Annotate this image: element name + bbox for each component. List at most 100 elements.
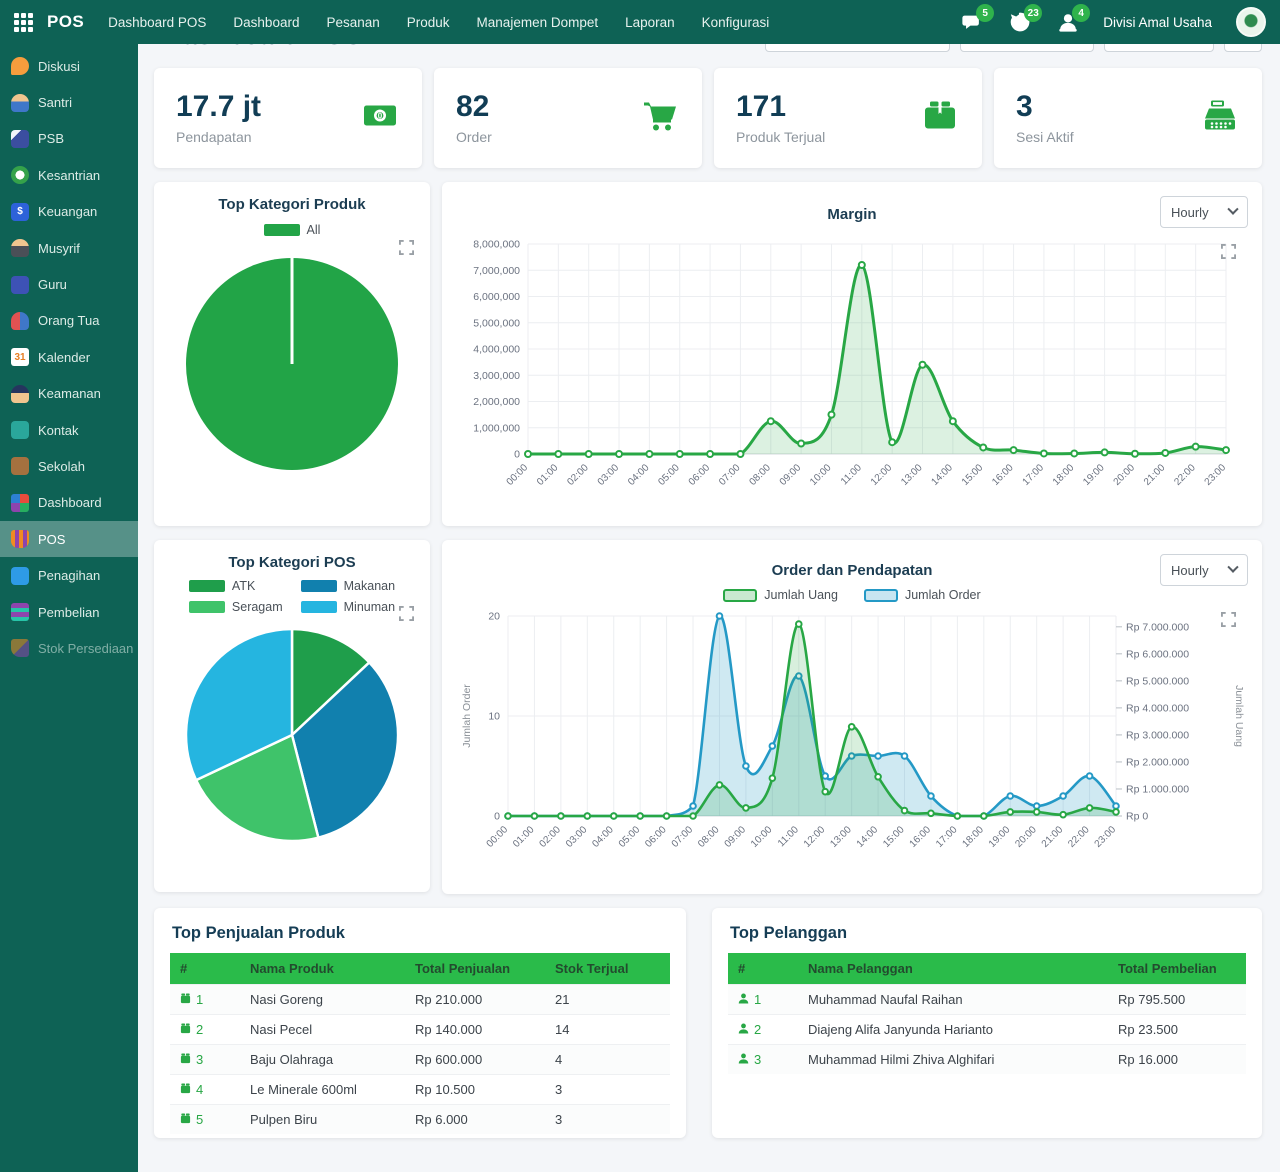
margin-interval-select[interactable]: Hourly xyxy=(1160,196,1248,228)
user-session-icon[interactable]: 4 xyxy=(1057,11,1079,33)
svg-text:14:00: 14:00 xyxy=(930,462,956,488)
user-name[interactable]: Divisi Amal Usaha xyxy=(1103,15,1212,30)
legend-item-seragam[interactable]: Seragam xyxy=(189,600,283,614)
expand-icon[interactable] xyxy=(399,606,414,626)
rank-cell: 4 xyxy=(170,1075,240,1105)
nav-item-manajemen-dompet[interactable]: Manajemen Dompet xyxy=(477,15,599,30)
chat-icon[interactable]: 5 xyxy=(961,11,983,33)
rank-cell: 3 xyxy=(728,1045,798,1075)
table-row: 2Diajeng Alifa Janyunda HariantoRp 23.50… xyxy=(728,1015,1246,1045)
history-icon[interactable]: 23 xyxy=(1009,11,1031,33)
nav-item-pesanan[interactable]: Pesanan xyxy=(326,15,379,30)
sidebar-item-santri[interactable]: Santri xyxy=(0,84,138,120)
avatar[interactable] xyxy=(1236,7,1266,37)
cash-register-icon xyxy=(1202,98,1238,139)
apps-grid-icon[interactable] xyxy=(14,13,33,32)
nav-item-laporan[interactable]: Laporan xyxy=(625,15,675,30)
svg-text:04:00: 04:00 xyxy=(626,462,652,488)
legend-item-all[interactable]: All xyxy=(264,223,321,237)
stat-card-pendapatan: 17.7 jtPendapatan0 xyxy=(154,68,422,168)
sidebar-item-psb[interactable]: PSB xyxy=(0,121,138,157)
dashboard-icon xyxy=(11,494,29,512)
cell: Pulpen Biru xyxy=(240,1105,405,1135)
legend-item-jumlah-uang[interactable]: Jumlah Uang xyxy=(723,588,838,602)
sidebar-item-dashboard[interactable]: Dashboard xyxy=(0,485,138,521)
expand-icon[interactable] xyxy=(1221,612,1236,632)
svg-text:07:00: 07:00 xyxy=(717,462,743,488)
pembelian-icon xyxy=(11,603,29,621)
legend-item-minuman[interactable]: Minuman xyxy=(301,600,395,614)
svg-text:01:00: 01:00 xyxy=(511,824,537,850)
stok-icon xyxy=(11,639,29,657)
expand-icon[interactable] xyxy=(399,240,414,260)
nav-item-konfigurasi[interactable]: Konfigurasi xyxy=(702,15,770,30)
svg-text:13:00: 13:00 xyxy=(899,462,925,488)
products-table: #Nama ProdukTotal PenjualanStok Terjual … xyxy=(170,953,670,1134)
chevron-down-icon xyxy=(1227,562,1238,573)
order-chart-legend: Jumlah Uang Jumlah Order xyxy=(456,588,1248,602)
card-top-kategori-pos: Top Kategori POS ATK Makanan Seragam Minuma… xyxy=(154,540,430,892)
cell: Nasi Goreng xyxy=(240,985,405,1015)
column-header-nama-pelanggan: Nama Pelanggan xyxy=(798,953,1108,985)
navbar-menu: Dashboard POS Dashboard Pesanan Produk Manaj… xyxy=(108,15,769,30)
legend-item-makanan[interactable]: Makanan xyxy=(301,579,395,593)
svg-text:00:00: 00:00 xyxy=(485,824,511,850)
svg-text:2,000,000: 2,000,000 xyxy=(473,396,520,408)
legend-item-atk[interactable]: ATK xyxy=(189,579,283,593)
svg-text:Rp 7.000.000: Rp 7.000.000 xyxy=(1126,621,1189,633)
sidebar-item-keuangan[interactable]: $Keuangan xyxy=(0,194,138,230)
musyrif-icon xyxy=(11,239,29,257)
card-top-penjualan-produk: Top Penjualan Produk #Nama ProdukTotal P… xyxy=(154,908,686,1138)
sidebar-item-stok-persediaan[interactable]: Stok Persediaan xyxy=(0,630,138,666)
svg-text:02:00: 02:00 xyxy=(538,824,564,850)
sidebar-item-orang-tua[interactable]: Orang Tua xyxy=(0,303,138,339)
pie-pos-title: Top Kategori POS xyxy=(168,554,416,571)
nav-item-produk[interactable]: Produk xyxy=(407,15,450,30)
svg-text:4,000,000: 4,000,000 xyxy=(473,344,520,356)
cell: Muhammad Naufal Raihan xyxy=(798,985,1108,1015)
svg-text:Rp 2.000.000: Rp 2.000.000 xyxy=(1126,756,1189,768)
svg-text:Rp 1.000.000: Rp 1.000.000 xyxy=(1126,783,1189,795)
sidebar-item-kontak[interactable]: Kontak xyxy=(0,412,138,448)
sidebar-item-kalender[interactable]: 31Kalender xyxy=(0,339,138,375)
expand-icon[interactable] xyxy=(1221,244,1236,264)
svg-text:18:00: 18:00 xyxy=(1051,462,1077,488)
sidebar-item-guru[interactable]: Guru xyxy=(0,266,138,302)
sidebar-item-pembelian[interactable]: Pembelian xyxy=(0,594,138,630)
sidebar-item-musyrif[interactable]: Musyrif xyxy=(0,230,138,266)
sidebar-item-kesantrian[interactable]: Kesantrian xyxy=(0,157,138,193)
svg-text:11:00: 11:00 xyxy=(776,824,801,849)
nav-item-dashboard-pos[interactable]: Dashboard POS xyxy=(108,15,206,30)
cell: 21 xyxy=(545,985,670,1015)
order-pendapatan-chart: 01020Rp 0Rp 1.000.000Rp 2.000.000Rp 3.00… xyxy=(456,606,1248,880)
sidebar-item-penagihan[interactable]: Penagihan xyxy=(0,557,138,593)
svg-text:06:00: 06:00 xyxy=(687,462,713,488)
nav-item-dashboard[interactable]: Dashboard xyxy=(233,15,299,30)
pie-pos-legend: ATK Makanan Seragam Minuman xyxy=(168,579,416,614)
order-interval-select[interactable]: Hourly xyxy=(1160,554,1248,586)
sidebar-item-keamanan[interactable]: Keamanan xyxy=(0,376,138,412)
sidebar-item-sekolah[interactable]: Sekolah xyxy=(0,448,138,484)
cell: Rp 600.000 xyxy=(405,1045,545,1075)
brand-pos[interactable]: POS xyxy=(47,12,84,32)
column-header-total-penjualan: Total Penjualan xyxy=(405,953,545,985)
svg-text:16:00: 16:00 xyxy=(908,824,934,850)
kontak-icon xyxy=(11,421,29,439)
cell: Rp 16.000 xyxy=(1108,1045,1246,1075)
cell: Rp 10.500 xyxy=(405,1075,545,1105)
svg-text:16:00: 16:00 xyxy=(990,462,1016,488)
svg-text:10:00: 10:00 xyxy=(749,824,775,850)
svg-text:8,000,000: 8,000,000 xyxy=(473,239,520,251)
legend-item-jumlah-order[interactable]: Jumlah Order xyxy=(864,588,981,602)
table-row: 1Nasi GorengRp 210.00021 xyxy=(170,985,670,1015)
svg-text:3,000,000: 3,000,000 xyxy=(473,370,520,382)
table-row: 5Pulpen BiruRp 6.0003 xyxy=(170,1105,670,1135)
rank-cell: 3 xyxy=(170,1045,240,1075)
sidebar-item-pos[interactable]: POS xyxy=(0,521,138,557)
sidebar-item-diskusi[interactable]: Diskusi xyxy=(0,48,138,84)
cell: Nasi Pecel xyxy=(240,1015,405,1045)
box-icon xyxy=(180,1082,191,1097)
svg-text:Rp 0: Rp 0 xyxy=(1126,811,1148,823)
customers-table-title: Top Pelanggan xyxy=(730,924,1246,943)
orangtua-icon xyxy=(11,312,29,330)
